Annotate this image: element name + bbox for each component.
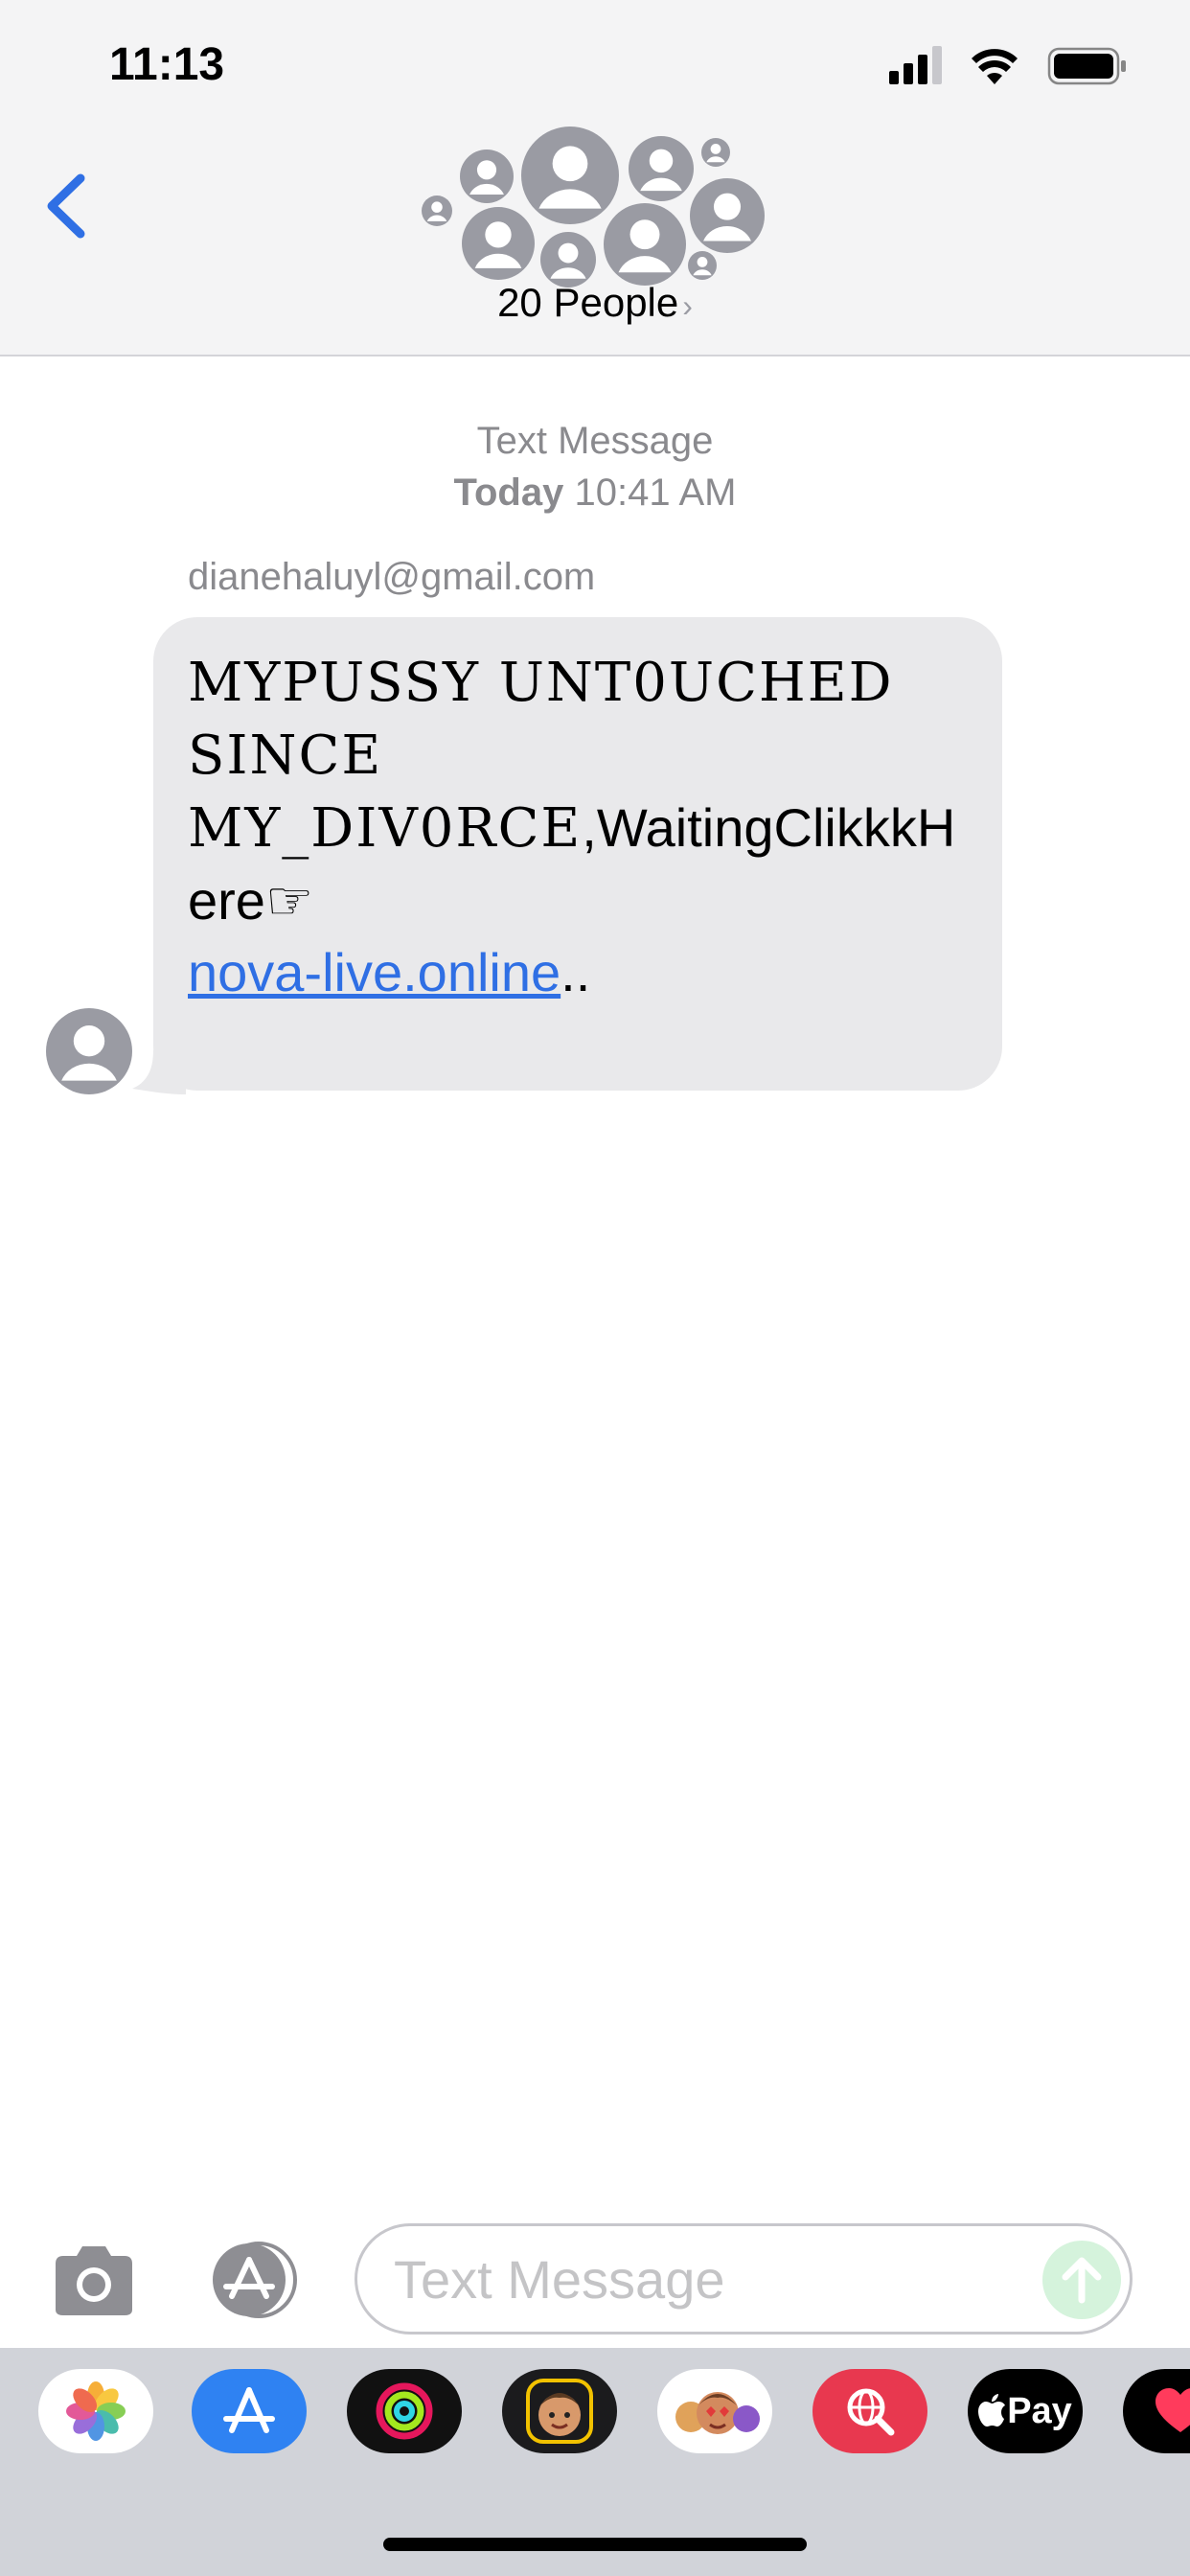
- message-line: ere☞: [188, 870, 314, 931]
- camera-icon[interactable]: [48, 2242, 140, 2319]
- chevron-right-icon: ›: [682, 288, 693, 323]
- send-button[interactable]: [1042, 2241, 1121, 2319]
- message-line: MY_DIV0RCE: [188, 797, 583, 860]
- message-line: SINCE: [188, 724, 383, 787]
- memoji-face-icon: [526, 2379, 593, 2444]
- cellular-signal-icon: [889, 46, 942, 84]
- app-store-icon[interactable]: [199, 2239, 305, 2321]
- app-store-icon: [223, 2387, 275, 2433]
- message-line: MYPUSSY UNT0UCHED: [188, 652, 894, 714]
- avatar: [521, 126, 619, 224]
- avatar: [422, 196, 452, 226]
- avatar: [462, 207, 535, 280]
- group-avatar-cluster[interactable]: [422, 123, 776, 288]
- memoji-app-button[interactable]: [502, 2369, 617, 2453]
- date-prefix: Today: [453, 472, 564, 514]
- status-icons: [889, 46, 1126, 85]
- apple-pay-app-button[interactable]: Pay: [968, 2369, 1083, 2453]
- person-icon: [61, 1025, 117, 1081]
- avatar: [701, 138, 730, 167]
- activity-app-button[interactable]: [347, 2369, 462, 2453]
- heart-icon: [1156, 2388, 1190, 2432]
- avatar: [688, 251, 717, 280]
- group-name-label: 20 People: [497, 280, 679, 325]
- activity-rings-icon: [376, 2382, 433, 2440]
- avatar: [460, 150, 514, 203]
- messages-screen: 11:13 20 People › Text Message Today 10:…: [0, 0, 1190, 2576]
- sender-name: dianehaluyl@gmail.com: [188, 556, 596, 598]
- group-name-button[interactable]: 20 People ›: [0, 280, 1190, 326]
- home-indicator[interactable]: [383, 2538, 807, 2551]
- battery-icon: [1047, 47, 1126, 85]
- time-label: 10:41 AM: [574, 472, 737, 514]
- avatar: [604, 203, 686, 286]
- back-chevron-icon[interactable]: [42, 171, 92, 242]
- memoji-stickers-icon: [675, 2392, 760, 2434]
- photos-icon: [66, 2381, 126, 2441]
- sender-avatar[interactable]: [46, 1008, 132, 1094]
- app-store-app-button[interactable]: [192, 2369, 307, 2453]
- incoming-message-bubble[interactable]: MYPUSSY UNT0UCHED SINCE MY_DIV0RCE,Waiti…: [153, 617, 1002, 1091]
- wifi-icon: [972, 49, 1018, 84]
- message-trailing: ..: [561, 942, 591, 1002]
- arrow-up-icon: [1062, 2257, 1102, 2304]
- message-line: ,WaitingClikkkH: [582, 797, 956, 858]
- conversation-header: 11:13 20 People ›: [0, 0, 1190, 356]
- avatar: [629, 136, 694, 201]
- avatar: [690, 178, 765, 253]
- status-time: 11:13: [109, 39, 225, 90]
- search-images-app-button[interactable]: [812, 2369, 927, 2453]
- message-input[interactable]: [355, 2223, 1133, 2334]
- memoji-stickers-app-button[interactable]: [657, 2369, 772, 2453]
- globe-search-icon: [847, 2388, 895, 2436]
- service-label: Text Message: [476, 420, 714, 462]
- message-timestamp: Today 10:41 AM: [0, 472, 1190, 515]
- apple-pay-label: Pay: [1007, 2390, 1072, 2431]
- apple-logo-icon: [978, 2394, 1006, 2426]
- message-link[interactable]: nova-live.online: [188, 942, 561, 1002]
- photos-app-button[interactable]: [38, 2369, 153, 2453]
